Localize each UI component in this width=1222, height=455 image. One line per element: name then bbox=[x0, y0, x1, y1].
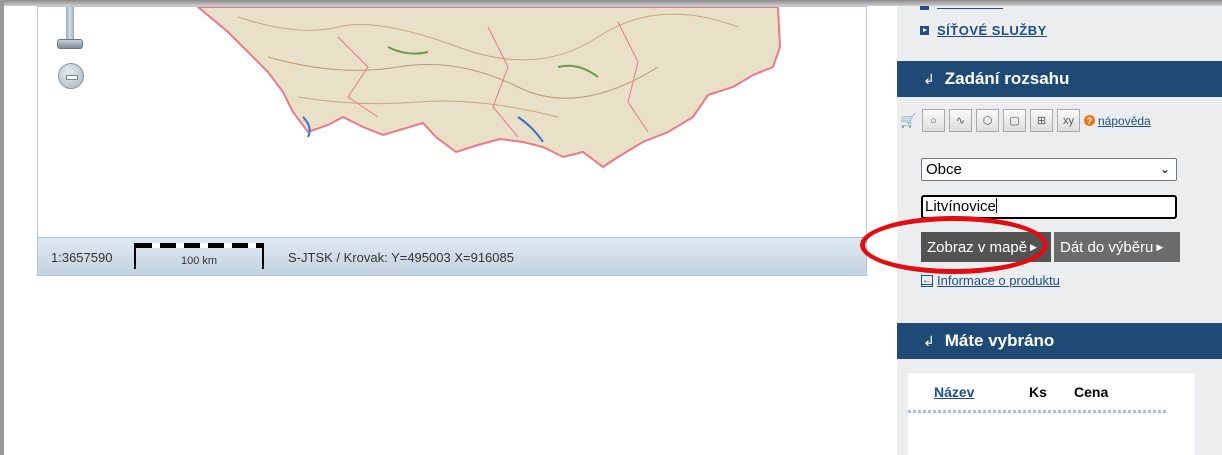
layer-select[interactable]: Obce ⌄ bbox=[921, 158, 1177, 181]
arrow-square-icon bbox=[920, 26, 929, 35]
chevron-down-icon: ⌄ bbox=[1159, 162, 1170, 176]
sidebar-link-cut[interactable] bbox=[920, 6, 1005, 12]
xy-tool-icon[interactable]: xy bbox=[1057, 109, 1080, 132]
corner-arrow-icon: ↲ bbox=[923, 70, 935, 87]
add-to-selection-label: Dát do výběru bbox=[1060, 238, 1154, 256]
column-header-count: Ks bbox=[1029, 384, 1047, 400]
window-left-edge bbox=[0, 0, 4, 455]
dotted-divider bbox=[908, 410, 1168, 413]
selected-header-title: Máte vybráno bbox=[944, 331, 1055, 350]
rectangle-tool-icon[interactable]: ▢ bbox=[1003, 109, 1026, 132]
polyline-tool-icon[interactable]: ∿ bbox=[949, 109, 972, 132]
cart-icon[interactable]: 🛒 bbox=[900, 113, 918, 129]
text-caret bbox=[995, 198, 997, 213]
link-underline bbox=[937, 8, 1003, 9]
column-header-price: Cena bbox=[1074, 384, 1109, 400]
map-canvas[interactable] bbox=[38, 7, 866, 237]
scale-ratio: 1:3657590 bbox=[51, 250, 113, 265]
scalebar-line bbox=[136, 243, 262, 248]
extent-header-title: Zadání rozsahu bbox=[944, 69, 1070, 88]
scalebar-label: 100 km bbox=[180, 255, 218, 267]
arrow-square-icon bbox=[920, 6, 929, 10]
product-info-link[interactable]: ← Informace o produktu bbox=[921, 273, 1060, 288]
link-network-services-label: SÍŤOVÉ SLUŽBY bbox=[937, 23, 1047, 38]
polygon-tool-icon[interactable]: ⬡ bbox=[976, 109, 999, 132]
back-arrow-icon: ← bbox=[921, 274, 933, 287]
help-icon[interactable]: ? bbox=[1084, 115, 1095, 126]
scalebar: 100 km bbox=[134, 243, 264, 269]
highlight-annotation bbox=[860, 216, 1048, 274]
zoom-slider-handle[interactable] bbox=[57, 39, 83, 49]
map-terrain bbox=[196, 7, 782, 169]
link-network-services[interactable]: SÍŤOVÉ SLUŽBY bbox=[920, 23, 1047, 38]
product-info-label: Informace o produktu bbox=[937, 273, 1060, 288]
buffer-tool-icon[interactable]: ⊞ bbox=[1030, 109, 1053, 132]
map-status-bar: 1:3657590 100 km S-JTSK / Krovak: Y=4950… bbox=[38, 237, 866, 275]
search-input-value: Litvínovice bbox=[925, 198, 996, 215]
column-header-name[interactable]: Název bbox=[934, 384, 974, 400]
triangle-right-icon: ▶ bbox=[1156, 241, 1164, 252]
selection-table: Název Ks Cena bbox=[908, 373, 1195, 455]
help-link[interactable]: nápověda bbox=[1098, 114, 1151, 128]
layer-select-value: Obce bbox=[926, 161, 962, 178]
zoom-out-button[interactable] bbox=[58, 63, 84, 89]
coordinate-readout: S-JTSK / Krovak: Y=495003 X=916085 bbox=[288, 250, 514, 265]
corner-arrow-icon: ↲ bbox=[923, 332, 935, 349]
add-to-selection-button[interactable]: Dát do výběru ▶ bbox=[1054, 232, 1180, 262]
map-panel: 1:3657590 100 km S-JTSK / Krovak: Y=4950… bbox=[37, 6, 867, 276]
extent-toolbar: 🛒 ○ ∿ ⬡ ▢ ⊞ xy ? nápověda bbox=[900, 109, 1151, 132]
extent-header: ↲ Zadání rozsahu bbox=[897, 61, 1222, 97]
point-tool-icon[interactable]: ○ bbox=[922, 109, 945, 132]
selected-header: ↲ Máte vybráno bbox=[897, 323, 1222, 359]
